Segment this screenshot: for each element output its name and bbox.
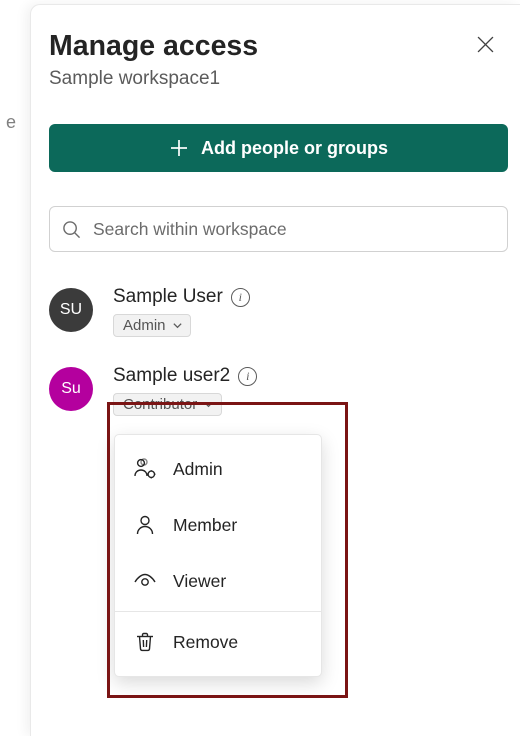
- plus-icon: [169, 138, 189, 158]
- info-icon[interactable]: i: [231, 288, 250, 307]
- search-input[interactable]: [91, 218, 495, 241]
- background-glimpse: e: [0, 112, 16, 133]
- role-option-member[interactable]: Member: [115, 497, 321, 553]
- chevron-down-icon: [203, 399, 214, 410]
- member-name: Sample user2: [113, 365, 230, 387]
- avatar: Su: [49, 367, 93, 411]
- avatar: SU: [49, 288, 93, 332]
- role-option-viewer[interactable]: Viewer: [115, 553, 321, 609]
- chevron-down-icon: [172, 320, 183, 331]
- member-icon: [133, 513, 157, 537]
- close-button[interactable]: [468, 27, 502, 61]
- role-option-admin[interactable]: Admin: [115, 441, 321, 497]
- workspace-name: Sample workspace1: [49, 68, 258, 90]
- add-people-button[interactable]: Add people or groups: [49, 124, 508, 172]
- member-name: Sample User: [113, 286, 223, 308]
- search-input-container[interactable]: [49, 206, 508, 252]
- role-chip: Admin: [113, 314, 191, 337]
- role-option-label: Viewer: [173, 571, 226, 592]
- add-people-label: Add people or groups: [201, 138, 388, 159]
- page-title: Manage access: [49, 31, 258, 62]
- role-option-label: Member: [173, 515, 237, 536]
- role-chip-label: Admin: [123, 317, 166, 334]
- menu-separator: [115, 611, 321, 612]
- search-icon: [62, 220, 81, 239]
- role-option-remove[interactable]: Remove: [115, 614, 321, 670]
- trash-icon: [133, 630, 157, 654]
- admin-icon: [133, 457, 157, 481]
- role-option-label: Admin: [173, 459, 223, 480]
- member-row: SU Sample User i Admin: [49, 276, 508, 355]
- close-icon: [477, 36, 494, 53]
- role-chip[interactable]: Contributor: [113, 393, 222, 416]
- role-option-label: Remove: [173, 632, 238, 653]
- info-icon[interactable]: i: [238, 367, 257, 386]
- role-chip-label: Contributor: [123, 396, 197, 413]
- member-row: Su Sample user2 i Contributor: [49, 355, 508, 434]
- role-dropdown-menu: Admin Member Viewer Remove: [114, 434, 322, 677]
- viewer-icon: [133, 569, 157, 593]
